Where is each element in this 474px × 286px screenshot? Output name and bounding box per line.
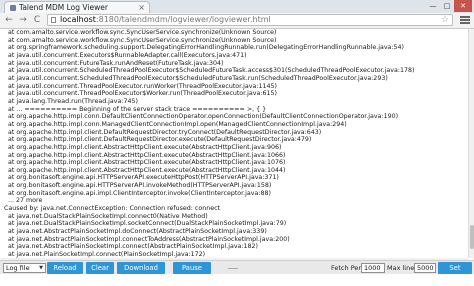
address-bar[interactable]: localhost:8180/talendmdm/logviewer/logvi…: [47, 14, 453, 26]
scrollbar-thumb[interactable]: [470, 225, 474, 249]
chevron-down-icon: ▼: [39, 265, 43, 271]
url-path: :8180/talendmdm/logviewer/logviewer.html: [95, 15, 271, 24]
maximize-icon[interactable]: □: [440, 0, 454, 12]
log-file-select[interactable]: Log file ▼: [3, 263, 46, 273]
window-controls: — □ ✕: [426, 0, 472, 12]
forward-icon[interactable]: →: [17, 14, 29, 26]
browser-tab[interactable]: Talend MDM Log Viewer ×: [4, 1, 150, 13]
log-line: at org.apache.http.impl.client.AbstractH…: [8, 166, 286, 174]
tab-title: Talend MDM Log Viewer: [19, 3, 108, 12]
log-line: at java.util.concurrent.ScheduledThreadP…: [8, 74, 388, 82]
log-line: at org.apache.http.impl.client.AbstractH…: [8, 159, 286, 167]
back-icon[interactable]: ←: [3, 14, 15, 26]
page-icon: [51, 17, 56, 23]
log-file-select-value: Log file: [6, 264, 30, 272]
log-line: at org.apache.http.impl.conn.ManagedClie…: [8, 120, 347, 128]
log-output: at com.amalto.service.workflow.sync.Sync…: [0, 29, 468, 258]
log-line: at org.bonitasoft.engine.api.impl.Client…: [8, 189, 271, 197]
log-line: at java.util.concurrent.Executors$Runnab…: [8, 51, 247, 59]
log-line: at org.apache.http.impl.client.DefaultRe…: [8, 128, 322, 136]
max-lines-input[interactable]: 5000: [414, 263, 436, 273]
log-line: at org.springframework.scheduling.suppor…: [8, 44, 404, 52]
reload-button[interactable]: Reload: [47, 262, 83, 274]
vertical-scrollbar[interactable]: [468, 29, 474, 258]
download-button[interactable]: Download: [117, 262, 165, 274]
log-line: at java.net.DualStackPlainSocketImpl.con…: [8, 212, 208, 220]
log-line: at java.util.concurrent.ThreadPoolExecut…: [8, 90, 277, 98]
log-line: at java.net.DualStackPlainSocketImpl.soc…: [8, 220, 287, 228]
log-line: ... 27 more: [8, 197, 43, 205]
log-line: at org.bonitasoft.engine.api.HTTPServerA…: [8, 182, 272, 190]
log-line: at org.apache.http.impl.conn.DefaultClie…: [8, 113, 399, 121]
log-line: at com.amalto.service.workflow.sync.Sync…: [8, 36, 277, 44]
bookmark-star-icon[interactable]: ☆: [441, 15, 449, 25]
log-line: at org.apache.http.impl.client.AbstractH…: [8, 151, 286, 159]
log-line: at java.net.PlainSocketImpl.connect(Plai…: [8, 251, 206, 258]
log-controls-bar: Log file ▼ Reload Clear Download Pause F…: [0, 260, 474, 284]
browser-toolbar: ← → C localhost:8180/talendmdm/logviewer…: [0, 13, 474, 29]
log-line: at org.apache.http.impl.client.DefaultRe…: [8, 136, 312, 144]
log-line: at java.util.concurrent.ThreadPoolExecut…: [8, 82, 277, 90]
url-text: localhost:8180/talendmdm/logviewer/logvi…: [60, 15, 271, 25]
log-line: at java.net.AbstractPlainSocketImpl.doCo…: [8, 228, 267, 236]
tab-close-icon[interactable]: ×: [138, 2, 145, 13]
log-line: at java.util.concurrent.ScheduledThreadP…: [8, 67, 415, 75]
log-line: at java.net.AbstractPlainSocketImpl.conn…: [8, 235, 290, 243]
resize-handle[interactable]: [228, 268, 238, 269]
clear-button[interactable]: Clear: [86, 262, 114, 274]
reload-icon[interactable]: C: [31, 14, 43, 26]
log-line: at java.net.AbstractPlainSocketImpl.conn…: [8, 243, 258, 251]
log-line: Caused by: java.net.ConnectException: Co…: [4, 205, 221, 213]
pause-button[interactable]: Pause: [173, 262, 211, 274]
set-params-button[interactable]: Set Params: [438, 262, 472, 284]
log-line: at org.apache.http.impl.client.AbstractH…: [8, 143, 282, 151]
minimize-icon[interactable]: —: [426, 0, 440, 12]
log-line: at com.amalto.service.workflow.sync.Sync…: [8, 29, 277, 36]
fetch-period-input[interactable]: 1000: [361, 263, 385, 273]
log-line: at org.bonitasoft.engine.api.HTTPServerA…: [8, 174, 279, 182]
log-line: at java.util.concurrent.FutureTask.runAn…: [8, 59, 224, 67]
url-host: localhost: [60, 15, 96, 24]
log-line: at java.lang.Thread.run(Thread.java:745): [8, 97, 138, 105]
close-window-icon[interactable]: ✕: [454, 0, 472, 12]
browser-menu-icon[interactable]: [460, 15, 470, 25]
log-line: at ... ========== Beginning of the serve…: [8, 105, 267, 113]
browser-tab-strip: Talend MDM Log Viewer × — □ ✕: [0, 0, 474, 13]
favicon-icon: [10, 5, 16, 11]
